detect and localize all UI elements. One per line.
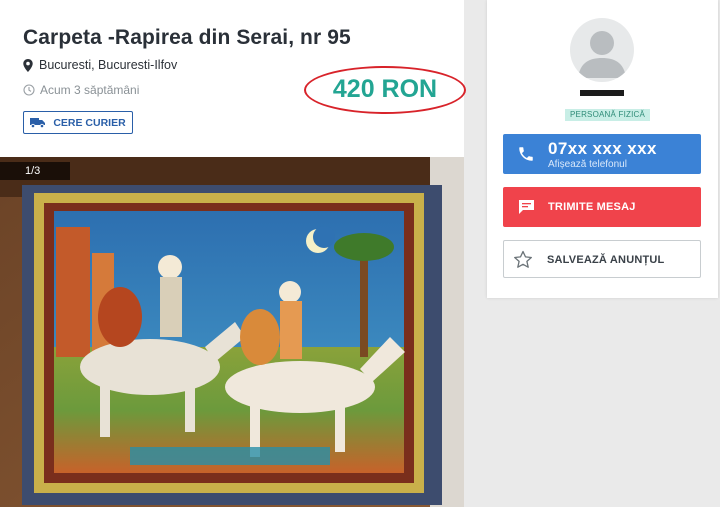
star-icon [514, 250, 532, 268]
send-message-label: TRIMITE MESAJ [548, 201, 636, 213]
posted-text: Acum 3 săptămâni [40, 83, 140, 97]
carpet-photo-illustration [0, 157, 464, 507]
price: 420 RON [332, 75, 438, 103]
phone-icon [519, 147, 533, 161]
avatar [570, 18, 634, 82]
listing-title: Carpeta -Rapirea din Serai, nr 95 [23, 26, 351, 49]
user-silhouette-icon [578, 31, 626, 78]
courier-label: CERE CURIER [53, 116, 126, 129]
price-block: 420 RON [304, 66, 466, 114]
send-message-button[interactable]: TRIMITE MESAJ [503, 187, 701, 227]
seller-card: PERSOANĂ FIZICĂ 07xx xxx xxx Afișează te… [487, 0, 718, 298]
photo-counter: 1/3 [0, 162, 70, 180]
save-ad-label: SALVEAZĂ ANUNȚUL [547, 254, 665, 266]
seller-name-redacted [580, 90, 624, 96]
clock-icon [23, 84, 35, 96]
map-pin-icon [23, 58, 33, 72]
phone-hint: Afișează telefonul [548, 159, 627, 170]
request-courier-button[interactable]: CERE CURIER [23, 111, 133, 134]
chat-bubble-icon [519, 200, 534, 214]
seller-type-badge: PERSOANĂ FIZICĂ [565, 109, 651, 121]
truck-icon [30, 118, 46, 128]
location-text: Bucuresti, Bucuresti-Ilfov [39, 58, 178, 72]
listing-photo[interactable] [0, 157, 464, 507]
show-phone-button[interactable]: 07xx xxx xxx Afișează telefonul [503, 134, 701, 174]
posted-date: Acum 3 săptămâni [23, 83, 139, 97]
save-ad-button[interactable]: SALVEAZĂ ANUNȚUL [503, 240, 701, 278]
listing-location: Bucuresti, Bucuresti-Ilfov [23, 58, 177, 72]
phone-number: 07xx xxx xxx [548, 139, 657, 158]
listing-card: Carpeta -Rapirea din Serai, nr 95 Bucure… [0, 0, 466, 507]
